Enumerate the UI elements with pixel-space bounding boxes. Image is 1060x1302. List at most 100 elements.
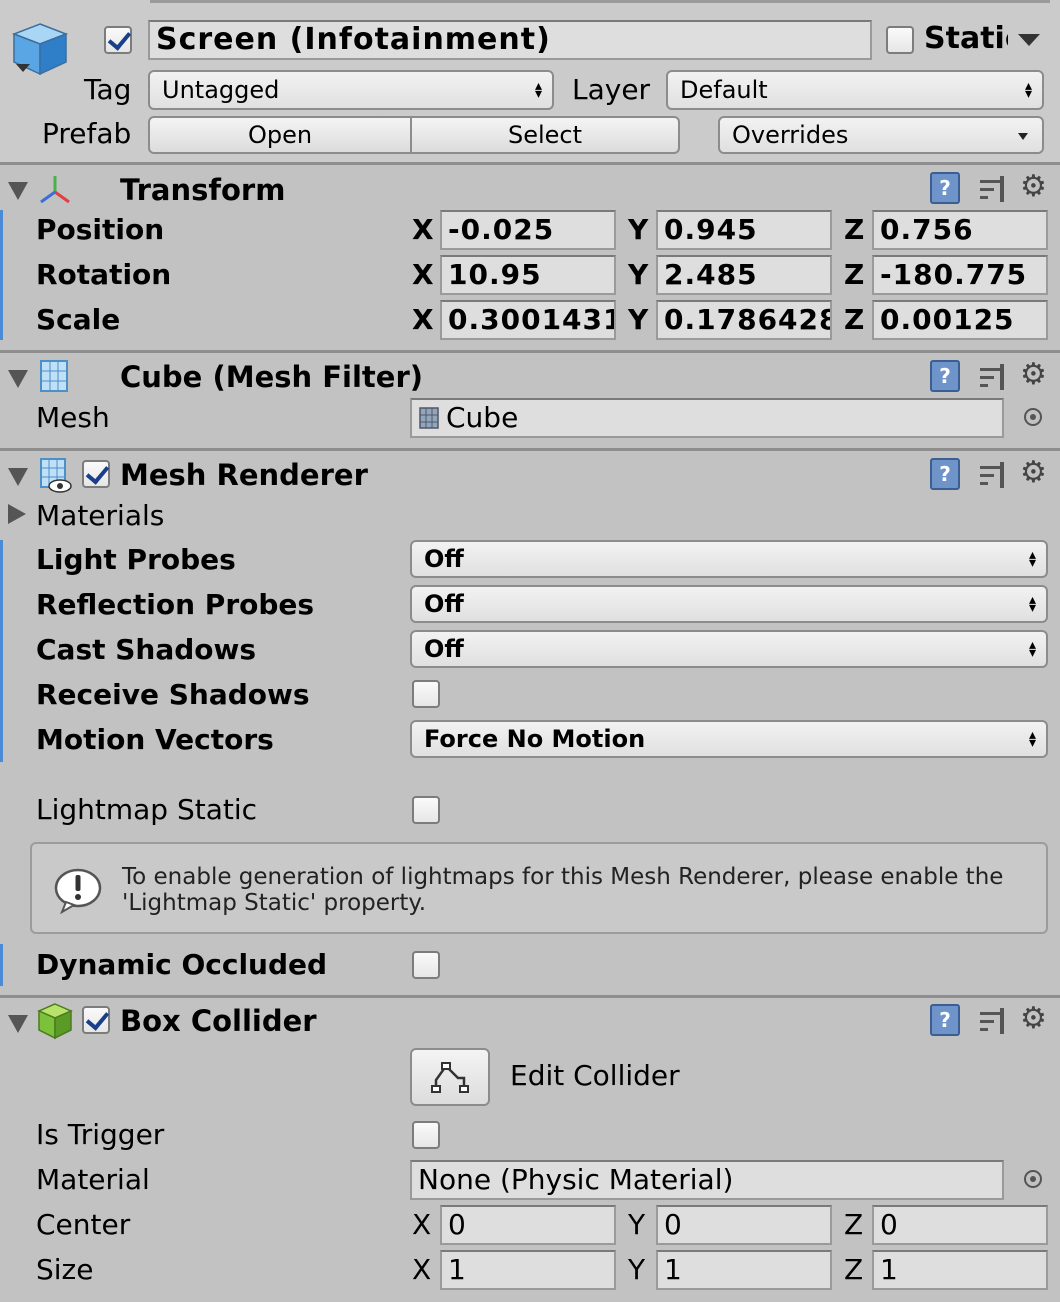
prefab-open-button[interactable]: Open [148,116,412,154]
tag-label: Tag [84,73,132,106]
center-y-axis-label[interactable]: Y [628,1211,645,1239]
help-book-icon[interactable]: ? [930,172,960,204]
gear-icon[interactable]: ⚙ [1020,458,1047,488]
static-label: Static [924,24,1008,54]
materials-foldout-icon[interactable] [8,504,26,524]
presets-icon[interactable] [978,362,1008,392]
prefab-overrides-dropdown[interactable]: Overrides [718,116,1044,154]
center-z-axis-label[interactable]: Z [844,1211,863,1239]
position-z-axis-label[interactable]: Z [844,216,864,244]
static-dropdown-icon[interactable] [1018,34,1040,46]
materials-label[interactable]: Materials [36,502,164,530]
help-book-icon[interactable]: ? [930,1004,960,1036]
mesh-object-field[interactable]: Cube [410,398,1004,438]
size-y-field[interactable]: 1 [656,1250,832,1290]
mesh-object-value: Cube [446,401,519,434]
mesh-renderer-foldout-icon[interactable] [8,468,28,486]
position-y-field[interactable]: 0.945 [656,210,832,250]
presets-icon[interactable] [978,1006,1008,1036]
position-x-field[interactable]: -0.025 [440,210,616,250]
scale-z-field[interactable]: 0.00125 [872,300,1048,340]
dynamic-occluded-label: Dynamic Occluded [36,948,328,981]
modified-indicator [0,944,3,986]
object-picker-icon[interactable] [1024,408,1042,426]
light-probes-dropdown[interactable]: Off ▴ ▾ [410,540,1048,578]
motion-vectors-dropdown[interactable]: Force No Motion ▴ ▾ [410,720,1048,758]
prefab-select-button[interactable]: Select [410,116,680,154]
transform-title: Transform [120,173,286,207]
center-x-axis-label[interactable]: X [412,1211,431,1239]
lightmap-help-text-line1: To enable generation of lightmaps for th… [122,864,1004,890]
cast-shadows-value: Off [424,635,464,663]
size-z-axis-label[interactable]: Z [844,1256,863,1284]
position-x-axis-label[interactable]: X [412,216,434,244]
modified-indicator [0,540,3,762]
gear-icon[interactable]: ⚙ [1020,1004,1047,1034]
layer-dropdown[interactable]: Default ▴ ▾ [666,70,1044,110]
material-object-value: None (Physic Material) [418,1163,734,1196]
rotation-y-axis-label[interactable]: Y [628,261,648,289]
tag-dropdown[interactable]: Untagged ▴ ▾ [148,70,554,110]
dropdown-arrows-icon: ▴ ▾ [534,78,542,102]
mesh-filter-icon [40,360,68,392]
transform-foldout-icon[interactable] [8,182,28,200]
scale-x-axis-label[interactable]: X [412,306,434,334]
transform-axes-icon [40,176,70,204]
box-collider-enabled-checkbox[interactable] [82,1006,110,1034]
warning-icon [54,868,102,914]
center-y-field[interactable]: 0 [656,1205,832,1245]
lightmap-static-checkbox[interactable] [412,796,440,824]
is-trigger-checkbox[interactable] [412,1121,440,1149]
center-x-field[interactable]: 0 [440,1205,616,1245]
cast-shadows-label: Cast Shadows [36,633,257,666]
rotation-x-axis-label[interactable]: X [412,261,434,289]
gear-icon[interactable]: ⚙ [1020,360,1047,390]
position-y-axis-label[interactable]: Y [628,216,648,244]
size-x-field[interactable]: 1 [440,1250,616,1290]
section-divider [0,162,1060,165]
object-picker-icon[interactable] [1024,1170,1042,1188]
cast-shadows-dropdown[interactable]: Off ▴ ▾ [410,630,1048,668]
help-book-icon[interactable]: ? [930,360,960,392]
rotation-z-field[interactable]: -180.775 [872,255,1048,295]
center-z-field[interactable]: 0 [872,1205,1048,1245]
box-collider-icon [37,1003,73,1040]
gameobject-name-field[interactable]: Screen (Infotainment) [148,20,872,60]
dropdown-arrows-icon: ▴ ▾ [1024,78,1032,102]
position-z-field[interactable]: 0.756 [872,210,1048,250]
mesh-renderer-enabled-checkbox[interactable] [82,460,110,488]
help-book-icon[interactable]: ? [930,458,960,490]
size-x-axis-label[interactable]: X [412,1256,431,1284]
rotation-y-field[interactable]: 2.485 [656,255,832,295]
dynamic-occluded-checkbox[interactable] [412,951,440,979]
light-probes-label: Light Probes [36,543,236,576]
gameobject-icon-dropdown-icon[interactable] [16,64,30,72]
material-object-field[interactable]: None (Physic Material) [410,1160,1004,1200]
static-checkbox[interactable] [886,26,914,54]
edit-collider-button[interactable] [410,1048,490,1106]
scale-z-axis-label[interactable]: Z [844,306,864,334]
presets-icon[interactable] [978,460,1008,490]
section-divider [0,448,1060,451]
rotation-z-axis-label[interactable]: Z [844,261,864,289]
layer-label: Layer [572,73,651,106]
dropdown-arrows-icon: ▴ ▾ [1028,547,1036,571]
is-trigger-label: Is Trigger [36,1118,165,1151]
rotation-x-field[interactable]: 10.95 [440,255,616,295]
reflection-probes-dropdown[interactable]: Off ▴ ▾ [410,585,1048,623]
size-z-field[interactable]: 1 [872,1250,1048,1290]
edit-collider-icon [431,1062,469,1093]
scale-y-axis-label[interactable]: Y [628,306,648,334]
gear-icon[interactable]: ⚙ [1020,172,1047,202]
presets-icon[interactable] [978,174,1008,204]
scale-y-field[interactable]: 0.1786428 [656,300,832,340]
gameobject-active-checkbox[interactable] [104,26,132,54]
receive-shadows-checkbox[interactable] [412,680,440,708]
mesh-filter-foldout-icon[interactable] [8,370,28,388]
box-collider-foldout-icon[interactable] [8,1015,28,1033]
size-y-axis-label[interactable]: Y [628,1256,645,1284]
box-collider-title: Box Collider [120,1004,317,1038]
receive-shadows-label: Receive Shadows [36,678,310,711]
scale-x-field[interactable]: 0.3001431 [440,300,616,340]
material-label: Material [36,1163,150,1196]
